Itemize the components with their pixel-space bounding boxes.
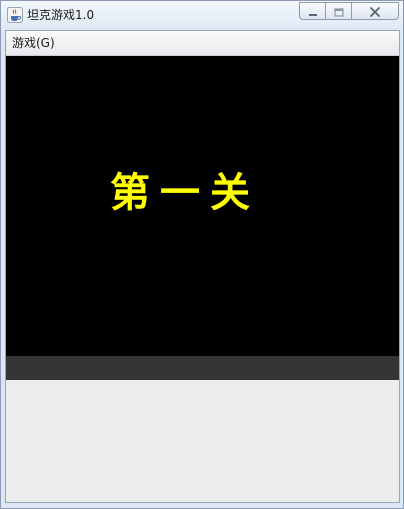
- minimize-button[interactable]: [299, 2, 326, 20]
- menu-game[interactable]: 游戏(G): [8, 33, 59, 53]
- close-button[interactable]: [351, 2, 399, 20]
- title-bar[interactable]: 坦克游戏1.0: [1, 1, 403, 29]
- status-strip: [6, 356, 399, 380]
- java-cup-icon[interactable]: [7, 7, 23, 23]
- window-title: 坦克游戏1.0: [27, 8, 95, 22]
- lower-panel: [6, 380, 399, 502]
- app-window: 坦克游戏1.0 游戏(G) 第一关: [0, 0, 404, 509]
- game-canvas[interactable]: 第一关: [6, 56, 399, 356]
- maximize-button[interactable]: [325, 2, 352, 20]
- content-frame: 游戏(G) 第一关: [5, 30, 400, 503]
- stage-title: 第一关: [110, 169, 260, 216]
- maximize-icon: [333, 2, 344, 21]
- menu-bar: 游戏(G): [6, 31, 399, 56]
- minimize-icon: [308, 2, 318, 21]
- close-icon: [369, 2, 381, 21]
